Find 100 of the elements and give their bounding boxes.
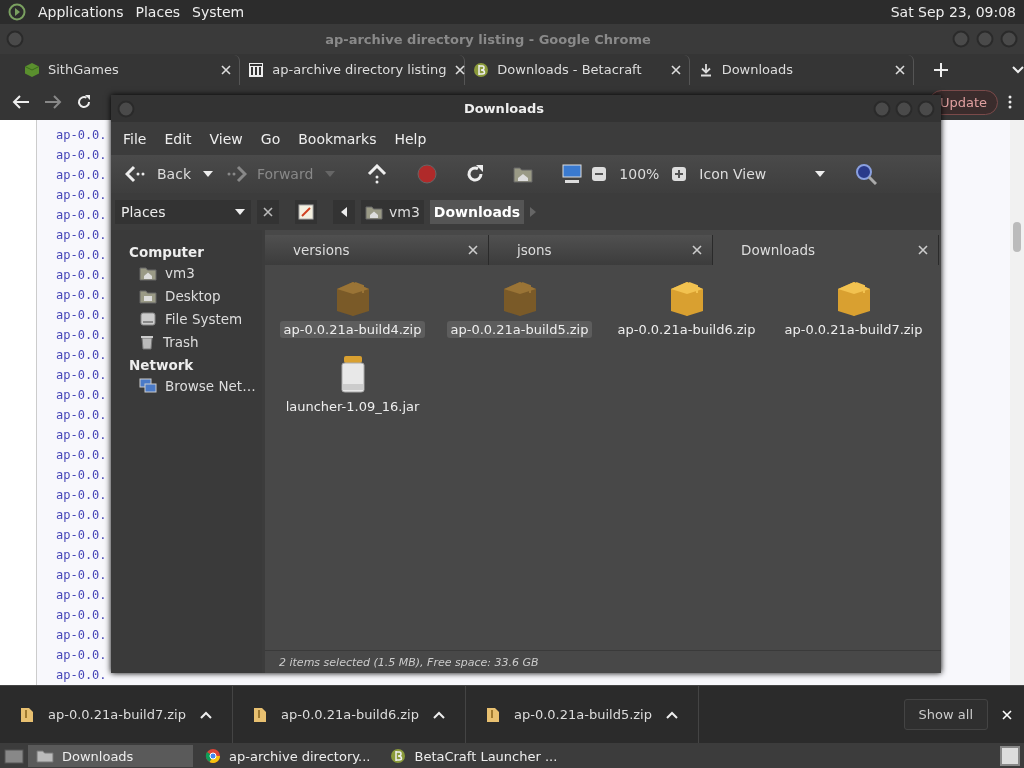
folder-tab[interactable]: jsons: [489, 235, 713, 265]
archive-item[interactable]: ap-0.0.21a-build6.zip: [603, 277, 770, 354]
zoom-out-icon[interactable]: [591, 166, 608, 182]
file-link[interactable]: ap-0.0.: [56, 245, 107, 265]
path-left-button[interactable]: [333, 199, 355, 224]
scrollbar-thumb[interactable]: [1013, 222, 1021, 252]
zoom-in-icon[interactable]: [671, 166, 688, 182]
path-button[interactable]: Downloads: [429, 199, 525, 224]
panel-menu[interactable]: Places: [135, 4, 181, 20]
file-link[interactable]: ap-0.0.: [56, 625, 107, 645]
path-button[interactable]: vm3: [361, 199, 424, 224]
home-folder-icon[interactable]: [513, 165, 534, 183]
file-link[interactable]: ap-0.0.: [56, 485, 107, 505]
file-link[interactable]: ap-0.0.: [56, 565, 107, 585]
file-link[interactable]: ap-0.0.: [56, 465, 107, 485]
chevron-icon[interactable]: [1012, 65, 1024, 74]
file-link[interactable]: ap-0.0.: [56, 605, 107, 625]
download-item[interactable]: ap-0.0.21a-build6.zip: [281, 707, 419, 722]
computer-icon[interactable]: [561, 164, 584, 184]
menu-item[interactable]: Bookmarks: [290, 126, 385, 151]
menu-item[interactable]: Go: [252, 126, 289, 151]
beta-logo-icon: [473, 61, 490, 78]
caret-icon[interactable]: [200, 710, 212, 719]
file-link[interactable]: ap-0.0.: [56, 545, 107, 565]
taskbar-item[interactable]: BetaCraft Launcher ...: [382, 745, 566, 767]
file-link[interactable]: ap-0.0.: [56, 145, 107, 165]
menu-item[interactable]: View: [201, 126, 251, 151]
file-link[interactable]: ap-0.0.: [56, 165, 107, 185]
sidebar-item[interactable]: vm3: [129, 263, 262, 283]
plus-icon[interactable]: [934, 62, 948, 77]
archive-item[interactable]: ap-0.0.21a-build7.zip: [770, 277, 937, 354]
file-link[interactable]: ap-0.0.: [56, 285, 107, 305]
workspace-icon[interactable]: [1000, 746, 1020, 766]
file-link[interactable]: ap-0.0.: [56, 345, 107, 365]
panel-menu[interactable]: System: [192, 4, 245, 20]
sidebar-item[interactable]: Browse Net…: [129, 376, 262, 396]
browser-tab[interactable]: Downloads - Betacraft: [465, 54, 690, 85]
file-link[interactable]: ap-0.0.: [56, 425, 107, 445]
more-icon[interactable]: [1008, 95, 1012, 110]
trash-icon: [139, 334, 155, 350]
file-link[interactable]: ap-0.0.: [56, 265, 107, 285]
menu-item[interactable]: Edit: [156, 126, 200, 151]
menu-item[interactable]: File: [115, 126, 155, 151]
sidebar-item[interactable]: Desktop: [129, 286, 262, 306]
distro-logo-icon[interactable]: [8, 3, 26, 21]
archive-item[interactable]: ap-0.0.21a-build4.zip: [269, 277, 436, 354]
close-icon[interactable]: [221, 64, 232, 75]
caret-icon[interactable]: [666, 710, 678, 719]
cube-icon: [24, 61, 40, 78]
file-link[interactable]: ap-0.0.: [56, 325, 107, 345]
reload-icon[interactable]: [465, 164, 486, 184]
view-selector[interactable]: Icon View: [695, 166, 808, 182]
close-icon[interactable]: [263, 206, 273, 217]
search-icon[interactable]: [855, 163, 878, 185]
sidebar-item[interactable]: Trash: [129, 332, 262, 352]
download-item[interactable]: ap-0.0.21a-build7.zip: [48, 707, 186, 722]
file-link[interactable]: ap-0.0.: [56, 445, 107, 465]
up-icon[interactable]: [367, 164, 388, 184]
edit-path-button[interactable]: [295, 199, 317, 224]
close-icon[interactable]: [895, 64, 905, 75]
panel-menu[interactable]: Applications: [38, 4, 124, 20]
caret-icon[interactable]: [815, 171, 826, 177]
file-link[interactable]: ap-0.0.: [56, 405, 107, 425]
back-button[interactable]: Back: [121, 165, 195, 183]
file-link[interactable]: ap-0.0.: [56, 385, 107, 405]
sidebar-selector[interactable]: Places: [115, 199, 251, 224]
caret-icon[interactable]: [203, 171, 213, 177]
sidebar-item[interactable]: File System: [129, 309, 262, 329]
file-link[interactable]: ap-0.0.: [56, 525, 107, 545]
show-desktop-icon[interactable]: [4, 747, 24, 765]
archive-item[interactable]: launcher-1.09_16.jar: [269, 354, 436, 431]
file-link[interactable]: ap-0.0.: [56, 125, 107, 145]
close-icon[interactable]: [692, 245, 702, 255]
download-item[interactable]: ap-0.0.21a-build5.zip: [514, 707, 652, 722]
caret-icon[interactable]: [433, 710, 445, 719]
browser-tab[interactable]: ap-archive directory listing: [240, 54, 466, 85]
archive-item[interactable]: ap-0.0.21a-build5.zip: [436, 277, 603, 354]
reload-icon[interactable]: [76, 94, 92, 111]
file-link[interactable]: ap-0.0.: [56, 225, 107, 245]
close-sidebar-button[interactable]: [257, 199, 279, 224]
file-link[interactable]: ap-0.0.: [56, 305, 107, 325]
forward-icon[interactable]: [44, 94, 62, 111]
file-link[interactable]: ap-0.0.: [56, 645, 107, 665]
menu-item[interactable]: Help: [386, 126, 435, 151]
folder-tab[interactable]: versions: [265, 235, 489, 265]
file-link[interactable]: ap-0.0.: [56, 185, 107, 205]
file-link[interactable]: ap-0.0.: [56, 665, 107, 685]
taskbar-item[interactable]: ap-archive directory...: [197, 745, 379, 767]
browser-tab[interactable]: SithGames: [16, 54, 241, 85]
browser-tab[interactable]: Downloads: [689, 54, 914, 85]
show-all-button[interactable]: Show all: [903, 699, 988, 730]
file-link[interactable]: ap-0.0.: [56, 205, 107, 225]
file-link[interactable]: ap-0.0.: [56, 585, 107, 605]
taskbar-item[interactable]: Downloads: [28, 745, 193, 767]
close-icon[interactable]: [468, 245, 478, 255]
close-icon[interactable]: [670, 64, 681, 75]
close-icon[interactable]: [454, 64, 465, 75]
file-link[interactable]: ap-0.0.: [56, 505, 107, 525]
back-icon[interactable]: [12, 94, 30, 111]
file-link[interactable]: ap-0.0.: [56, 365, 107, 385]
